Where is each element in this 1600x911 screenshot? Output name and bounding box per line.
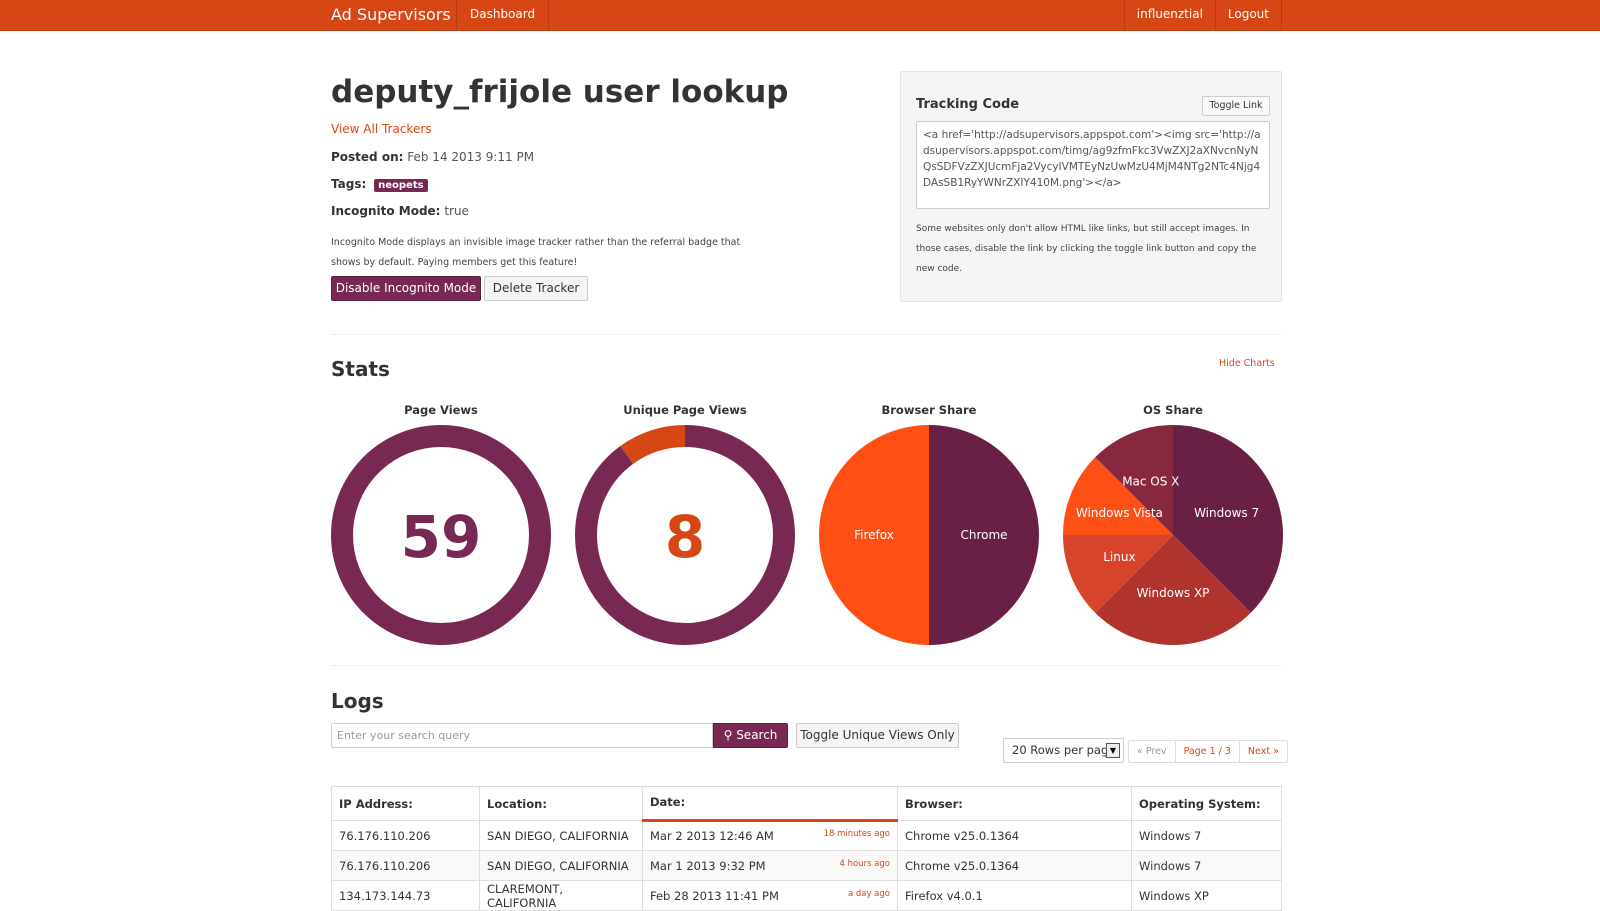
unique-page-views-donut-chart: 8 <box>575 425 795 645</box>
page-title: deputy_frijole user lookup <box>331 74 789 110</box>
column-header-location[interactable]: Location: <box>479 786 643 821</box>
divider <box>331 334 1282 335</box>
pie-slice-label: Windows 7 <box>1194 506 1259 520</box>
tracking-code-title: Tracking Code <box>916 97 1020 112</box>
view-all-trackers-link[interactable]: View All Trackers <box>331 122 432 136</box>
column-header-browser[interactable]: Browser: <box>897 786 1132 821</box>
column-header-date[interactable]: Date: <box>642 786 898 822</box>
chart-title-os-share: OS Share <box>1143 403 1203 417</box>
pagination: « Prev Page 1 / 3 Next » <box>1128 740 1288 763</box>
brand-link[interactable]: Ad Supervisors <box>331 5 451 24</box>
rows-per-page-value: 20 Rows per pag <box>1012 743 1109 757</box>
search-button-label: Search <box>736 728 778 742</box>
cell-date: Mar 1 2013 9:32 PM 4 hours ago <box>642 850 898 881</box>
tracking-code-panel: Tracking Code Toggle Link <a href='http:… <box>900 71 1282 302</box>
chart-title-browser-share: Browser Share <box>881 403 977 417</box>
toggle-unique-views-button[interactable]: Toggle Unique Views Only <box>796 723 959 748</box>
donut-segment <box>620 425 686 465</box>
divider <box>331 665 1282 666</box>
disable-incognito-button[interactable]: Disable Incognito Mode <box>331 276 481 301</box>
cell-os: Windows 7 <box>1131 820 1282 851</box>
cell-date: Feb 28 2013 11:41 PM a day ago <box>642 880 898 911</box>
rows-per-page-select[interactable]: 20 Rows per pag ▼ <box>1003 738 1124 763</box>
cell-date: Mar 2 2013 12:46 AM 18 minutes ago <box>642 820 898 851</box>
incognito-note: Incognito Mode displays an invisible ima… <box>331 237 741 268</box>
pie-slice-label: Linux <box>1103 550 1135 564</box>
pager-prev[interactable]: « Prev <box>1129 741 1176 762</box>
incognito-mode: Incognito Mode: true <box>331 204 469 218</box>
pager-current: Page 1 / 3 <box>1176 741 1240 762</box>
delete-tracker-button[interactable]: Delete Tracker <box>484 276 588 301</box>
cell-os: Windows XP <box>1131 880 1282 911</box>
top-navbar: Ad Supervisors Dashboard influenztial Lo… <box>0 0 1600 31</box>
tag-badge[interactable]: neopets <box>374 179 428 192</box>
os-share-pie-chart: Windows 7 Windows XP Linux Windows Vista Mac… <box>1063 425 1283 645</box>
search-icon: ⚲ <box>723 728 733 742</box>
chart-title-unique-page-views: Unique Page Views <box>623 403 747 417</box>
cell-browser: Firefox v4.0.1 <box>897 880 1132 911</box>
chevron-down-icon[interactable]: ▼ <box>1106 743 1120 758</box>
posted-on: Posted on: Feb 14 2013 9:11 PM <box>331 150 534 164</box>
cell-browser: Chrome v25.0.1364 <box>897 820 1132 851</box>
page-views-count: 59 <box>401 503 482 571</box>
nav-logout-link[interactable]: Logout <box>1214 0 1282 31</box>
date-value: Mar 1 2013 9:32 PM <box>650 858 766 873</box>
posted-on-value: Feb 14 2013 9:11 PM <box>407 150 535 164</box>
time-ago: 4 hours ago <box>839 858 890 869</box>
table-row[interactable]: 76.176.110.206 SAN DIEGO, CALIFORNIA Mar… <box>331 850 1282 881</box>
page-views-donut-chart: 59 <box>331 425 551 645</box>
cell-location: SAN DIEGO, CALIFORNIA <box>479 850 643 881</box>
hide-charts-link[interactable]: Hide Charts <box>1219 358 1275 369</box>
pie-slice-label: Windows XP <box>1137 586 1210 600</box>
column-header-os[interactable]: Operating System: <box>1131 786 1282 821</box>
table-row[interactable]: 134.173.144.73 CLAREMONT, CALIFORNIA Feb… <box>331 880 1282 911</box>
nav-user-link[interactable]: influenztial <box>1123 0 1215 31</box>
date-value: Mar 2 2013 12:46 AM <box>650 829 774 843</box>
cell-ip: 76.176.110.206 <box>331 820 480 851</box>
time-ago: a day ago <box>847 888 890 899</box>
table-header-row: IP Address: Location: Date: Browser: Ope… <box>332 786 1282 822</box>
date-value: Feb 28 2013 11:41 PM <box>650 888 779 903</box>
cell-os: Windows 7 <box>1131 850 1282 881</box>
incognito-label: Incognito Mode: <box>331 204 441 218</box>
posted-on-label: Posted on: <box>331 150 404 164</box>
tags: Tags: neopets <box>331 177 428 192</box>
cell-browser: Chrome v25.0.1364 <box>897 850 1132 881</box>
cell-ip: 134.173.144.73 <box>331 880 480 911</box>
incognito-value: true <box>444 204 469 218</box>
pie-slice-label: Mac OS X <box>1122 474 1179 488</box>
cell-ip: 76.176.110.206 <box>331 850 480 881</box>
chart-title-page-views: Page Views <box>404 403 478 417</box>
tracking-code-textarea[interactable]: <a href='http://adsupervisors.appspot.co… <box>916 121 1270 209</box>
search-input[interactable]: Enter your search query <box>331 723 713 748</box>
pie-slice-label: Windows Vista <box>1076 506 1163 520</box>
pager-next[interactable]: Next » <box>1240 741 1287 762</box>
table-row[interactable]: 76.176.110.206 SAN DIEGO, CALIFORNIA Mar… <box>331 820 1282 851</box>
unique-page-views-count: 8 <box>665 503 705 571</box>
stats-title: Stats <box>331 357 390 381</box>
pie-slice-label: Chrome <box>960 528 1007 542</box>
pie-slice-label: Firefox <box>854 528 894 542</box>
logs-table: IP Address: Location: Date: Browser: Ope… <box>331 786 1282 911</box>
search-button[interactable]: ⚲ Search <box>713 723 788 748</box>
nav-dashboard-link[interactable]: Dashboard <box>456 0 550 31</box>
cell-location: CLAREMONT, CALIFORNIA <box>479 880 643 911</box>
time-ago: 18 minutes ago <box>823 829 890 839</box>
tracking-code-note: Some websites only don't allow HTML like… <box>916 224 1257 274</box>
logs-title: Logs <box>331 689 384 713</box>
toggle-link-button[interactable]: Toggle Link <box>1202 96 1270 116</box>
cell-location: SAN DIEGO, CALIFORNIA <box>479 820 643 851</box>
tags-label: Tags: <box>331 177 367 191</box>
column-header-ip[interactable]: IP Address: <box>332 787 480 821</box>
browser-share-pie-chart: Chrome Firefox <box>819 425 1039 645</box>
